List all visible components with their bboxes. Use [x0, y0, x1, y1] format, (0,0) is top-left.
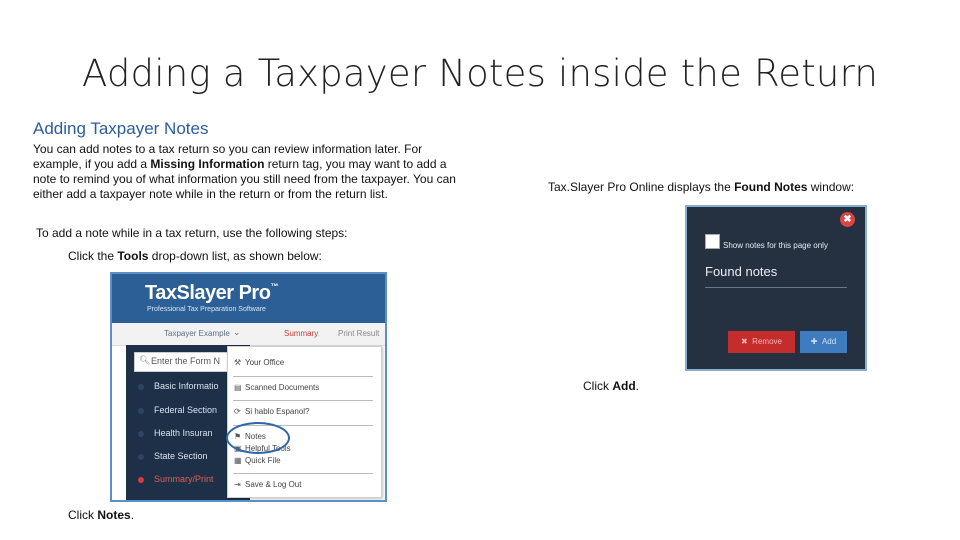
logo-trademark: ™	[270, 282, 278, 291]
checkbox-label: Show notes for this page only	[723, 241, 828, 250]
sidebar-dot-icon	[138, 431, 144, 437]
x-icon: ✖	[741, 337, 748, 346]
menu-divider	[233, 400, 373, 401]
menu-divider	[233, 376, 373, 377]
caption-post: window:	[807, 180, 855, 194]
menu-item-label: Quick File	[245, 456, 281, 465]
menu-item-quick-file[interactable]: ▦ Quick File	[234, 456, 281, 465]
nav-print-results[interactable]: Print Result	[338, 329, 379, 338]
caption-bold: Add	[612, 379, 636, 393]
step-instruction: To add a note while in a tax return, use…	[36, 226, 348, 240]
click-notes-caption: Click Notes.	[68, 508, 134, 522]
menu-item-label: Scanned Documents	[245, 383, 320, 392]
logo-text: TaxSlayer Pro	[145, 282, 271, 304]
logout-icon: ⇥	[234, 480, 241, 489]
click-add-caption: Click Add.	[583, 379, 639, 393]
sidebar-active-dot-icon	[138, 477, 144, 483]
nav-summary[interactable]: Summary	[284, 329, 318, 338]
close-button[interactable]: ✖	[840, 212, 855, 227]
plus-icon: ✚	[810, 337, 818, 346]
sidebar-item-summary-print[interactable]: Summary/Print	[154, 474, 214, 484]
found-notes-caption: Tax.Slayer Pro Online displays the Found…	[548, 180, 854, 194]
sidebar-dot-icon	[138, 384, 144, 390]
sidebar-item-health-insurance[interactable]: Health Insuran	[154, 428, 213, 438]
search-placeholder: Enter the Form N	[151, 356, 221, 366]
sidebar-item-federal-section[interactable]: Federal Section	[154, 405, 217, 415]
taxslayer-logo: TaxSlayer Pro™	[145, 282, 278, 305]
wrench-icon: ⚒	[234, 358, 242, 367]
sidebar-dot-icon	[138, 408, 144, 414]
title-underline	[705, 287, 847, 288]
found-notes-window: ✖ Show notes for this page only Found no…	[685, 205, 867, 371]
show-notes-checkbox[interactable]	[705, 234, 720, 249]
caption-pre: Click	[583, 379, 613, 393]
menu-item-save-log-out[interactable]: ⇥ Save & Log Out	[234, 480, 301, 489]
notes-highlight-circle	[226, 422, 290, 454]
menu-item-label: Si hablo Espanol?	[245, 407, 310, 416]
nav-taxpayer-dropdown[interactable]: Taxpayer Example	[164, 329, 230, 338]
caption-post: .	[635, 379, 640, 393]
form-search-input[interactable]: 🔍︎ Enter the Form N	[134, 352, 240, 372]
sidebar-item-basic-information[interactable]: Basic Informatio	[154, 381, 219, 391]
menu-divider	[233, 473, 373, 474]
top-nav: Taxpayer Example ⌄ Summary Print Result	[112, 323, 385, 346]
intro-bold: Missing Information	[150, 157, 265, 171]
remove-label: Remove	[752, 337, 782, 346]
caption-pre: Click	[68, 508, 98, 522]
tools-instruction: Click the Tools drop-down list, as shown…	[68, 249, 322, 263]
app-header: TaxSlayer Pro™ Professional Tax Preparat…	[112, 274, 385, 323]
section-heading: Adding Taxpayer Notes	[33, 119, 209, 138]
caption-bold: Found Notes	[734, 180, 808, 194]
tools-post: drop-down list, as shown below:	[148, 249, 322, 263]
remove-button[interactable]: ✖ Remove	[728, 331, 795, 353]
found-notes-title: Found notes	[705, 264, 778, 279]
sidebar-dot-icon	[138, 454, 144, 460]
caption-pre: Tax.Slayer Pro Online displays the	[548, 180, 735, 194]
caption-bold: Notes	[97, 508, 131, 522]
menu-item-spanish[interactable]: ⟳ Si hablo Espanol?	[234, 407, 310, 416]
menu-item-scanned-documents[interactable]: ▤ Scanned Documents	[234, 383, 319, 392]
taxslayer-screenshot: TaxSlayer Pro™ Professional Tax Preparat…	[110, 272, 387, 502]
refresh-icon: ⟳	[234, 407, 241, 416]
add-button[interactable]: ✚ Add	[800, 331, 847, 353]
sidebar-item-state-section[interactable]: State Section	[154, 451, 208, 461]
tools-pre: Click the	[68, 249, 118, 263]
slide-title: Adding a Taxpayer Notes inside the Retur…	[82, 52, 878, 95]
menu-item-label: Save & Log Out	[245, 480, 302, 489]
intro-paragraph: You can add notes to a tax return so you…	[33, 142, 473, 202]
caption-post: .	[130, 508, 135, 522]
logo-subtitle: Professional Tax Preparation Software	[147, 306, 266, 313]
tools-bold: Tools	[117, 249, 149, 263]
search-icon: 🔍︎	[139, 355, 151, 365]
menu-item-label: Your Office	[245, 358, 285, 367]
file-icon: ▦	[234, 456, 242, 465]
close-icon: ✖	[843, 214, 852, 225]
chevron-down-icon[interactable]: ⌄	[233, 327, 241, 338]
add-label: Add	[821, 337, 837, 346]
menu-item-your-office[interactable]: ⚒ Your Office	[234, 358, 284, 367]
document-icon: ▤	[234, 383, 242, 392]
